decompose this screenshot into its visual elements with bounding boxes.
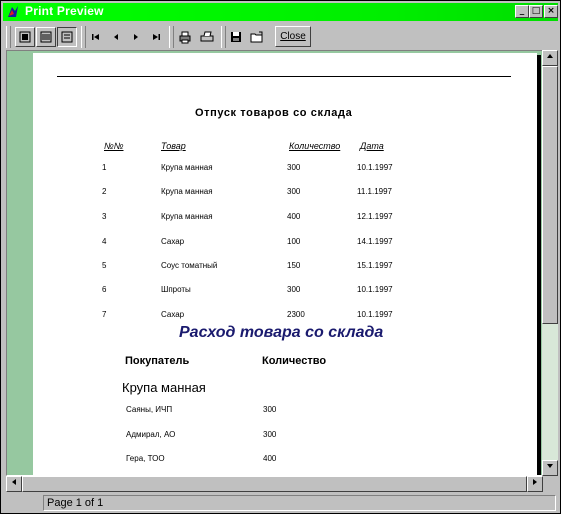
app-icon [8, 6, 18, 17]
row-number: 4 [102, 237, 107, 246]
save-button[interactable] [227, 27, 245, 47]
print-icon [200, 31, 214, 42]
row-date: 15.1.1997 [357, 261, 393, 270]
group-row-quantity: 300 [263, 405, 277, 414]
row-number: 6 [102, 285, 107, 294]
row-product: Крупа манная [161, 187, 213, 196]
zoom-100-icon [61, 31, 73, 43]
toolbar-separator [169, 26, 174, 48]
row-number: 3 [102, 212, 107, 221]
preview-area[interactable]: Отпуск товаров со склада №№ Товар Количе… [6, 50, 543, 476]
column-header-product: Товар [161, 141, 186, 151]
row-product: Крупа манная [161, 212, 213, 221]
scroll-left-button[interactable] [6, 476, 22, 492]
previous-page-icon [114, 34, 118, 40]
maximize-button[interactable]: □ [529, 5, 543, 18]
row-number: 5 [102, 261, 107, 270]
print-preview-window: Print Preview _ □ × Close Отпуск товаров… [0, 0, 561, 514]
row-product: Крупа манная [161, 163, 213, 172]
scroll-up-button[interactable] [542, 50, 558, 66]
row-quantity: 2300 [287, 310, 305, 319]
first-page-icon [92, 34, 99, 40]
scroll-down-button[interactable] [542, 460, 558, 476]
next-page-icon [134, 34, 138, 40]
row-quantity: 400 [287, 212, 301, 221]
row-quantity: 100 [287, 237, 301, 246]
row-date: 12.1.1997 [357, 212, 393, 221]
row-quantity: 300 [287, 187, 301, 196]
first-page-button[interactable] [87, 27, 105, 47]
row-number: 2 [102, 187, 107, 196]
column-header-quantity: Количество [289, 141, 341, 151]
group-row-quantity: 300 [263, 430, 277, 439]
report-title: Отпуск товаров со склада [195, 107, 353, 119]
group-header: Крупа манная [122, 380, 206, 395]
group-row-buyer: Саяны, ИЧП [126, 405, 173, 414]
print-button[interactable] [197, 27, 217, 47]
zoom-100-button[interactable] [57, 27, 77, 47]
row-number: 1 [102, 163, 107, 172]
last-page-icon [153, 34, 160, 40]
printer-setup-button[interactable] [175, 27, 195, 47]
row-date: 10.1.1997 [357, 310, 393, 319]
column-header-number: №№ [104, 141, 124, 151]
page-width-button[interactable] [36, 27, 56, 47]
group-row-buyer: Гера, ТОО [126, 454, 165, 463]
row-product: Шпроты [161, 285, 191, 294]
minimize-button[interactable]: _ [515, 5, 529, 18]
row-quantity: 300 [287, 163, 301, 172]
page-indicator: Page 1 of 1 [43, 495, 556, 511]
whole-page-icon [19, 31, 31, 43]
row-date: 10.1.1997 [357, 163, 393, 172]
open-button[interactable] [247, 27, 267, 47]
close-preview-button[interactable]: Close [275, 26, 311, 47]
page-width-icon [40, 31, 52, 43]
open-folder-icon [250, 31, 263, 43]
vertical-scrollbar[interactable] [542, 50, 558, 476]
close-window-button[interactable]: × [544, 5, 558, 18]
row-number: 7 [102, 310, 107, 319]
page-shadow [537, 55, 541, 475]
printer-setup-icon [179, 31, 191, 44]
next-page-button[interactable] [127, 27, 145, 47]
toolbar-separator [221, 26, 226, 48]
group-row-quantity: 400 [263, 454, 277, 463]
arrow-left-icon [12, 479, 16, 485]
arrow-down-icon [547, 464, 553, 468]
horizontal-scrollbar[interactable] [6, 476, 543, 492]
scroll-right-button[interactable] [527, 476, 543, 492]
arrow-up-icon [547, 54, 553, 58]
report-page: Отпуск товаров со склада №№ Товар Количе… [33, 53, 537, 475]
page-top-rule [57, 76, 511, 77]
row-quantity: 300 [287, 285, 301, 294]
previous-page-button[interactable] [107, 27, 125, 47]
arrow-right-icon [533, 479, 537, 485]
title-bar[interactable]: Print Preview _ □ × [3, 3, 558, 21]
row-date: 14.1.1997 [357, 237, 393, 246]
section2-header-buyer: Покупатель [125, 355, 190, 367]
row-date: 10.1.1997 [357, 285, 393, 294]
row-product: Сахар [161, 310, 185, 319]
toolbar: Close [3, 22, 558, 50]
toolbar-grip [6, 26, 11, 48]
status-bar: Page 1 of 1 [3, 493, 558, 513]
section2-header-quantity: Количество [262, 355, 327, 367]
horizontal-scroll-thumb[interactable] [22, 476, 527, 492]
section2-title: Расход товара со склада [179, 324, 384, 341]
row-product: Сахар [161, 237, 185, 246]
vertical-scroll-thumb[interactable] [542, 66, 558, 324]
whole-page-button[interactable] [15, 27, 35, 47]
last-page-button[interactable] [147, 27, 165, 47]
row-date: 11.1.1997 [357, 187, 392, 196]
row-product: Соус томатный [161, 261, 218, 270]
floppy-disk-icon [231, 32, 241, 42]
row-quantity: 150 [287, 261, 301, 270]
window-title: Print Preview [25, 4, 104, 18]
column-header-date: Дата [360, 141, 384, 151]
group-row-buyer: Адмирал, АО [126, 430, 176, 439]
toolbar-separator [81, 26, 86, 48]
